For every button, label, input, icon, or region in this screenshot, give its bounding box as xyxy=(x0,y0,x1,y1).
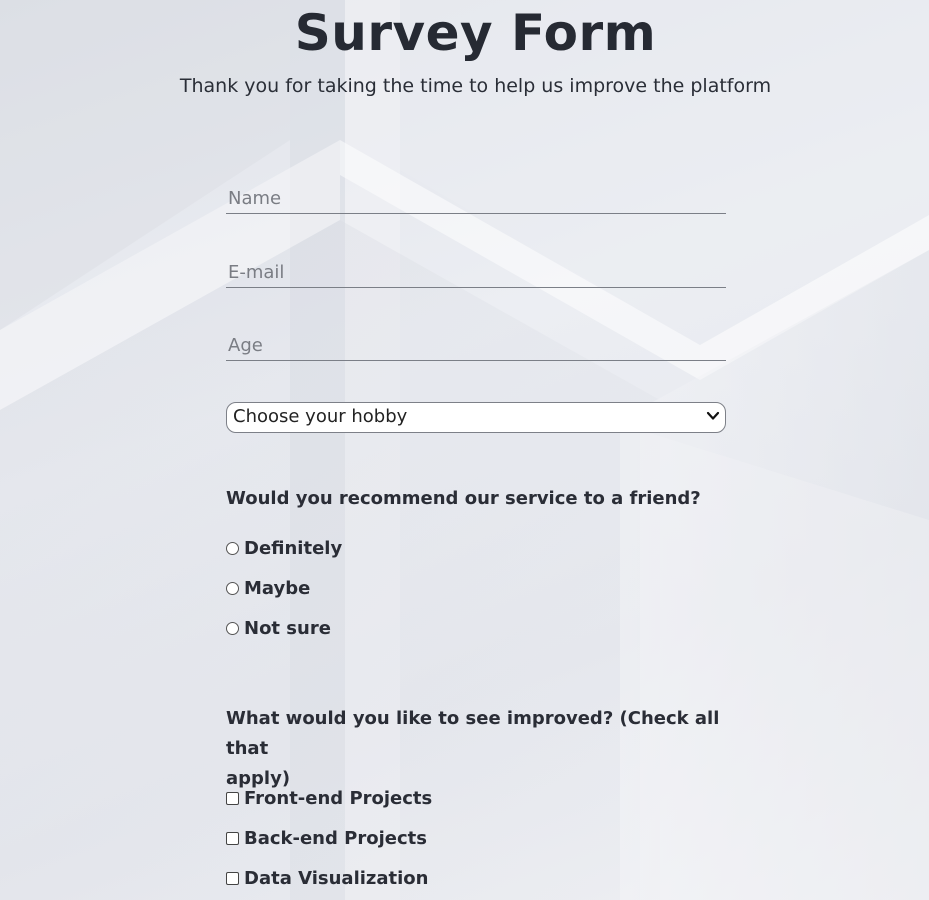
recommend-option-maybe[interactable]: Maybe xyxy=(226,576,310,600)
email-input[interactable] xyxy=(226,258,726,288)
hobby-select[interactable]: Choose your hobby xyxy=(226,402,726,433)
chevron-down-icon xyxy=(706,411,720,420)
option-label: Definitely xyxy=(244,537,343,559)
checkbox[interactable] xyxy=(226,831,239,845)
improve-option-front-end[interactable]: Front-end Projects xyxy=(226,786,432,810)
radio-button[interactable] xyxy=(226,541,239,555)
age-input[interactable] xyxy=(226,331,726,361)
checkbox[interactable] xyxy=(226,871,239,885)
option-label: Not sure xyxy=(244,617,331,639)
name-input[interactable] xyxy=(226,184,726,214)
radio-button[interactable] xyxy=(226,621,239,635)
checkbox[interactable] xyxy=(226,791,239,805)
hobby-select-value: Choose your hobby xyxy=(233,406,408,427)
option-label: Maybe xyxy=(244,577,311,599)
recommend-question: Would you recommend our service to a fri… xyxy=(226,488,701,509)
recommend-option-definitely[interactable]: Definitely xyxy=(226,536,342,560)
recommend-option-not-sure[interactable]: Not sure xyxy=(226,616,331,640)
option-label: Back-end Projects xyxy=(244,827,427,849)
improve-option-back-end[interactable]: Back-end Projects xyxy=(226,826,427,850)
page-title: Survey Form xyxy=(294,4,657,62)
page-subtitle: Thank you for taking the time to help us… xyxy=(179,75,772,97)
option-label: Front-end Projects xyxy=(244,787,433,809)
improve-question-line1: What would you like to see improved? (Ch… xyxy=(226,708,720,759)
improve-option-data-visualization[interactable]: Data Visualization xyxy=(226,866,428,890)
option-label: Data Visualization xyxy=(244,867,429,889)
radio-button[interactable] xyxy=(226,581,239,595)
improve-question: What would you like to see improved? (Ch… xyxy=(226,704,726,794)
